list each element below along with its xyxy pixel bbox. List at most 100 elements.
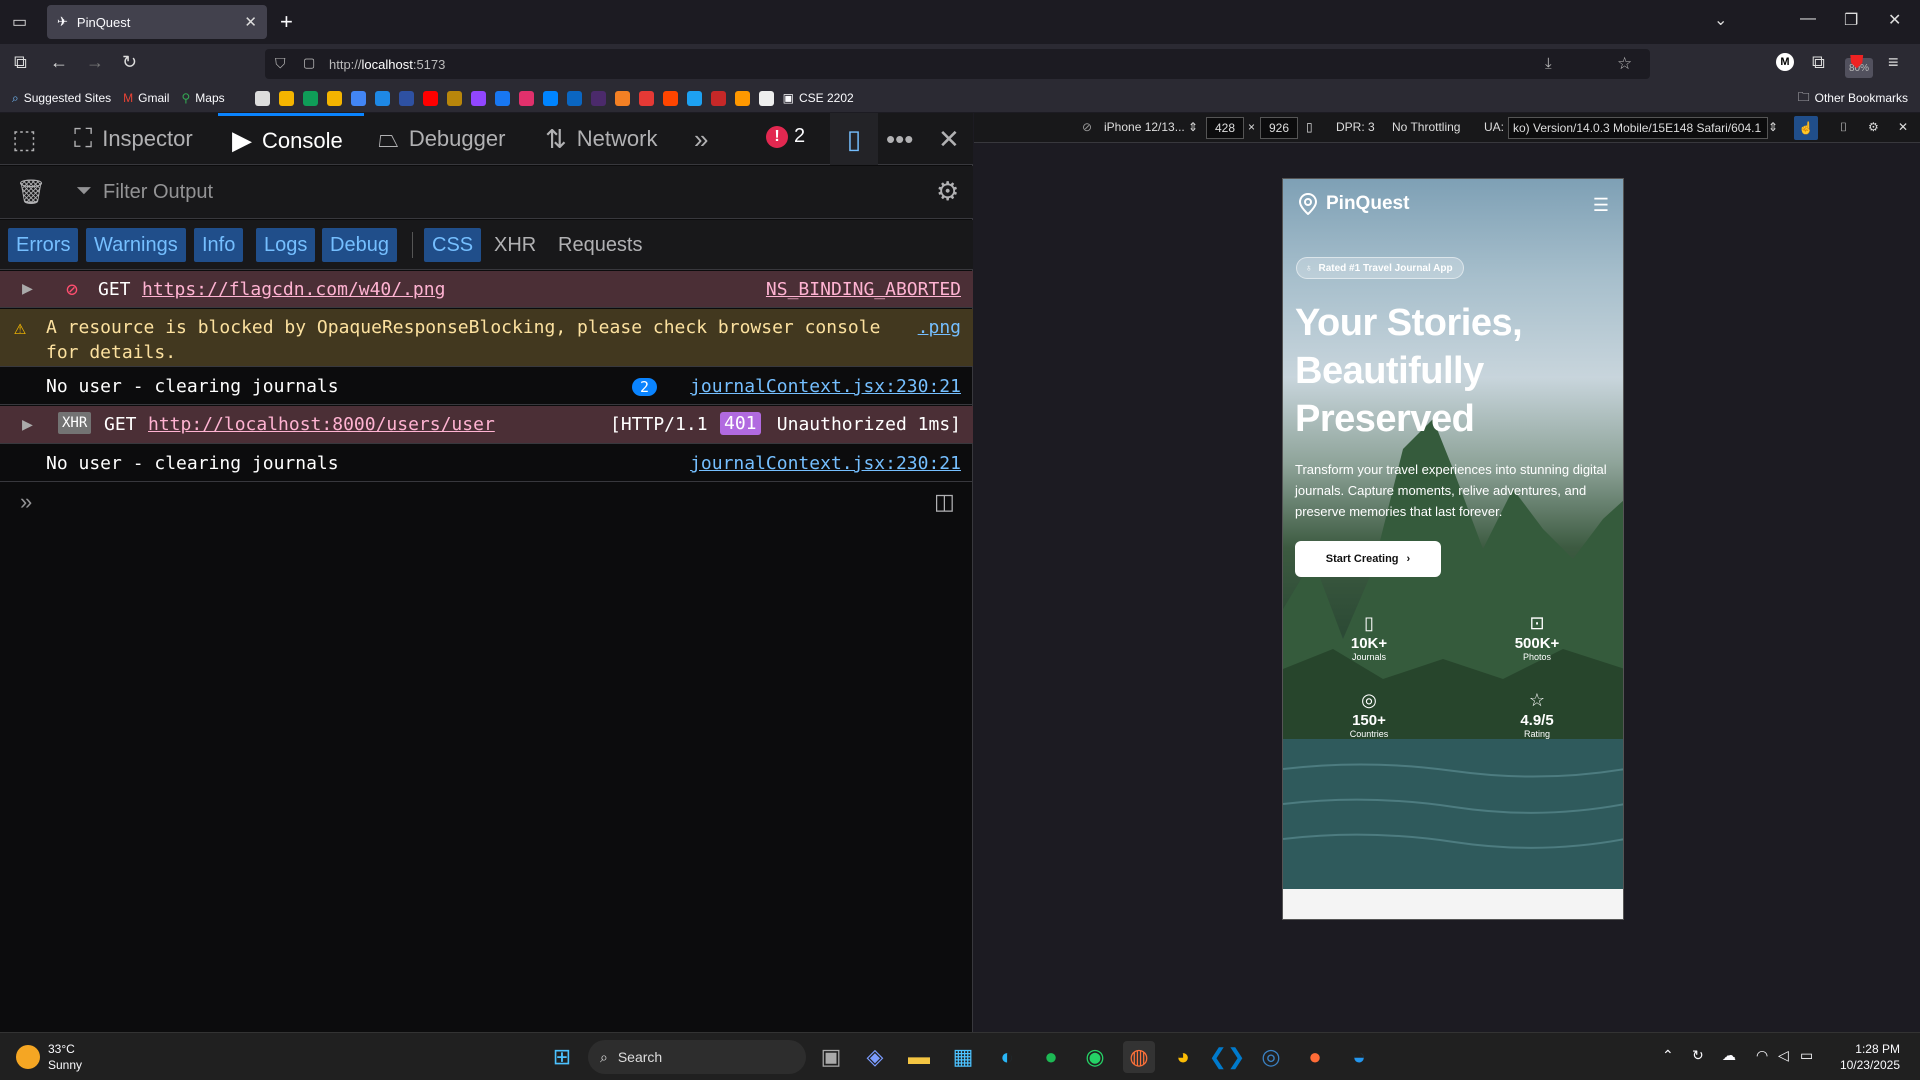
copilot-icon[interactable]: ◈ [859,1041,891,1073]
postman-icon[interactable]: ● [1299,1041,1331,1073]
console-message-xhr[interactable]: ▶ XHR GET http://localhost:8000/users/us… [0,406,973,444]
qbittorrent-icon[interactable]: ◎ [1255,1041,1287,1073]
bookmark-star-icon[interactable]: ☆ [1617,54,1632,74]
warning-source-link[interactable]: .png [918,317,961,338]
user-agent-input[interactable]: ko) Version/14.0.3 Mobile/15E148 Safari/… [1508,117,1768,139]
docker-icon[interactable]: ◒ [1343,1041,1375,1073]
app-brand[interactable]: PinQuest [1298,193,1409,215]
request-status[interactable]: NS_BINDING_ABORTED [766,279,961,300]
more-options-icon[interactable]: ••• [886,113,913,165]
forward-button[interactable]: → [86,52,104,73]
spotify-icon[interactable]: ● [1035,1041,1067,1073]
tab-network[interactable]: ⇅ Network [545,113,657,165]
tab-list-icon[interactable]: ▭ [12,12,27,32]
throttling-select[interactable]: No Throttling [1392,120,1460,134]
volume-icon[interactable]: ◁ [1778,1047,1789,1064]
rotate-icon[interactable]: ▯ [1306,120,1313,134]
dpr-select[interactable]: DPR: 3 [1336,120,1375,134]
drive-icon[interactable] [350,90,366,106]
hamburger-menu-icon[interactable]: ☰ [1593,195,1609,216]
tray-chevron-icon[interactable]: ⌃ [1662,1047,1674,1064]
bookmark-cse[interactable]: ▣ CSE 2202 [783,91,854,105]
wifi-icon[interactable]: ◠ [1756,1047,1768,1064]
drive-icon[interactable] [302,90,318,106]
cloud-icon[interactable]: ☁ [1722,1047,1736,1064]
source-link[interactable]: journalContext.jsx:230:21 [690,453,961,474]
editor-mode-icon[interactable]: ◫ [934,489,955,515]
filter-warnings[interactable]: Warnings [86,228,186,262]
new-tab-button[interactable]: + [280,9,293,35]
touch-simulation-icon[interactable]: ☝ [1794,116,1818,140]
task-view-icon[interactable]: ▣ [815,1041,847,1073]
filter-xhr[interactable]: XHR [486,228,544,262]
gear-icon[interactable]: ⚙ [936,176,959,207]
close-rdm-icon[interactable]: ✕ [1898,120,1908,134]
extensions-icon[interactable]: ⧉ [1812,52,1825,73]
browser-tab[interactable]: ✈ PinQuest ✕ [47,5,267,39]
minimize-button[interactable]: — [1800,10,1816,28]
url-bar[interactable]: ⛉ ▢ http://localhost:5173 ⤓ 80% ☆ [265,49,1873,79]
start-creating-button[interactable]: Start Creating › [1295,541,1441,577]
other-bookmarks[interactable]: 🗀 Other Bookmarks [1798,88,1908,109]
drive-icon[interactable] [326,90,342,106]
linkedin-icon[interactable] [566,90,582,106]
expand-arrow-icon[interactable]: ▶ [22,414,33,435]
close-devtools-icon[interactable]: ✕ [938,113,960,165]
restore-button[interactable]: ❐ [1844,10,1858,30]
whatsapp-icon[interactable]: ◉ [1079,1041,1111,1073]
mal-icon[interactable] [398,90,414,106]
settings-icon[interactable]: ⚙ [1868,120,1879,134]
expand-arrow-icon[interactable]: ▶ [22,278,33,299]
store-icon[interactable]: ▦ [947,1041,979,1073]
filter-logs[interactable]: Logs [256,228,316,262]
device-select[interactable]: iPhone 12/13... [1104,120,1185,134]
bookmark-maps[interactable]: ⚲ Maps [181,91,224,105]
account-icon[interactable]: M [1776,53,1794,71]
drive-icon[interactable] [278,90,294,106]
filter-errors[interactable]: Errors [8,228,79,262]
site-icon[interactable] [446,90,462,106]
edge-icon[interactable]: ◐ [991,1041,1023,1073]
bookmark-gmail[interactable]: M Gmail [123,91,169,105]
request-url-link[interactable]: http://localhost:8000/users/user [148,414,495,435]
reddit-icon[interactable] [662,90,678,106]
save-page-icon[interactable]: ⤓ [1545,55,1552,72]
bookmark-icon[interactable] [254,90,270,106]
back-button[interactable]: ← [50,52,68,73]
request-url-link[interactable]: https://flagcdn.com/w40/.png [142,279,445,300]
viewport-width-input[interactable]: 428 [1206,117,1244,139]
viewport-height-input[interactable]: 926 [1260,117,1298,139]
filter-debug[interactable]: Debug [322,228,397,262]
taskbar-search[interactable]: ⌕ Search [588,1040,806,1074]
tab-console[interactable]: ▶ Console [218,113,364,165]
screenshot-icon[interactable]: ⌷ [1840,120,1847,135]
windows-start-icon[interactable]: ⊞ [546,1041,578,1073]
more-tabs-icon[interactable]: » [694,113,708,165]
site-icon[interactable] [710,90,726,106]
console-input[interactable]: » ◫ [0,483,973,523]
error-count[interactable]: ! 2 [766,125,805,148]
shield-icon[interactable]: ⛉ [275,55,286,72]
filter-info[interactable]: Info [194,228,244,262]
taskbar-clock[interactable]: 1:28 PM 10/23/2025 [1840,1041,1900,1073]
instagram-icon[interactable] [518,90,534,106]
sync-icon[interactable]: ↻ [1692,1047,1704,1064]
menu-icon[interactable]: ≡ [1888,52,1899,73]
site-icon[interactable] [374,90,390,106]
chrome-icon[interactable]: ◕ [1167,1041,1199,1073]
reload-button[interactable]: ↻ [122,52,137,73]
filter-css[interactable]: CSS [424,228,482,262]
file-explorer-icon[interactable]: ▬ [903,1041,935,1073]
messenger-icon[interactable] [542,90,558,106]
filter-input[interactable]: Filter Output [103,181,213,204]
weather-widget[interactable]: 33°C Sunny [16,1041,82,1073]
bookmark-suggested-sites[interactable]: ⌕ Suggested Sites [12,91,111,106]
console-message-error[interactable]: ▶ ⊘ GET https://flagcdn.com/w40/.png NS_… [0,271,973,308]
site-icon[interactable] [638,90,654,106]
close-window-button[interactable]: ✕ [1888,10,1901,30]
battery-icon[interactable]: ▭ [1800,1047,1813,1064]
trash-icon[interactable]: 🗑 [16,178,46,207]
vscode-icon[interactable]: ❮❯ [1209,1041,1246,1073]
chart-icon[interactable] [734,90,750,106]
chevron-down-icon[interactable]: ⌄ [1714,10,1727,30]
